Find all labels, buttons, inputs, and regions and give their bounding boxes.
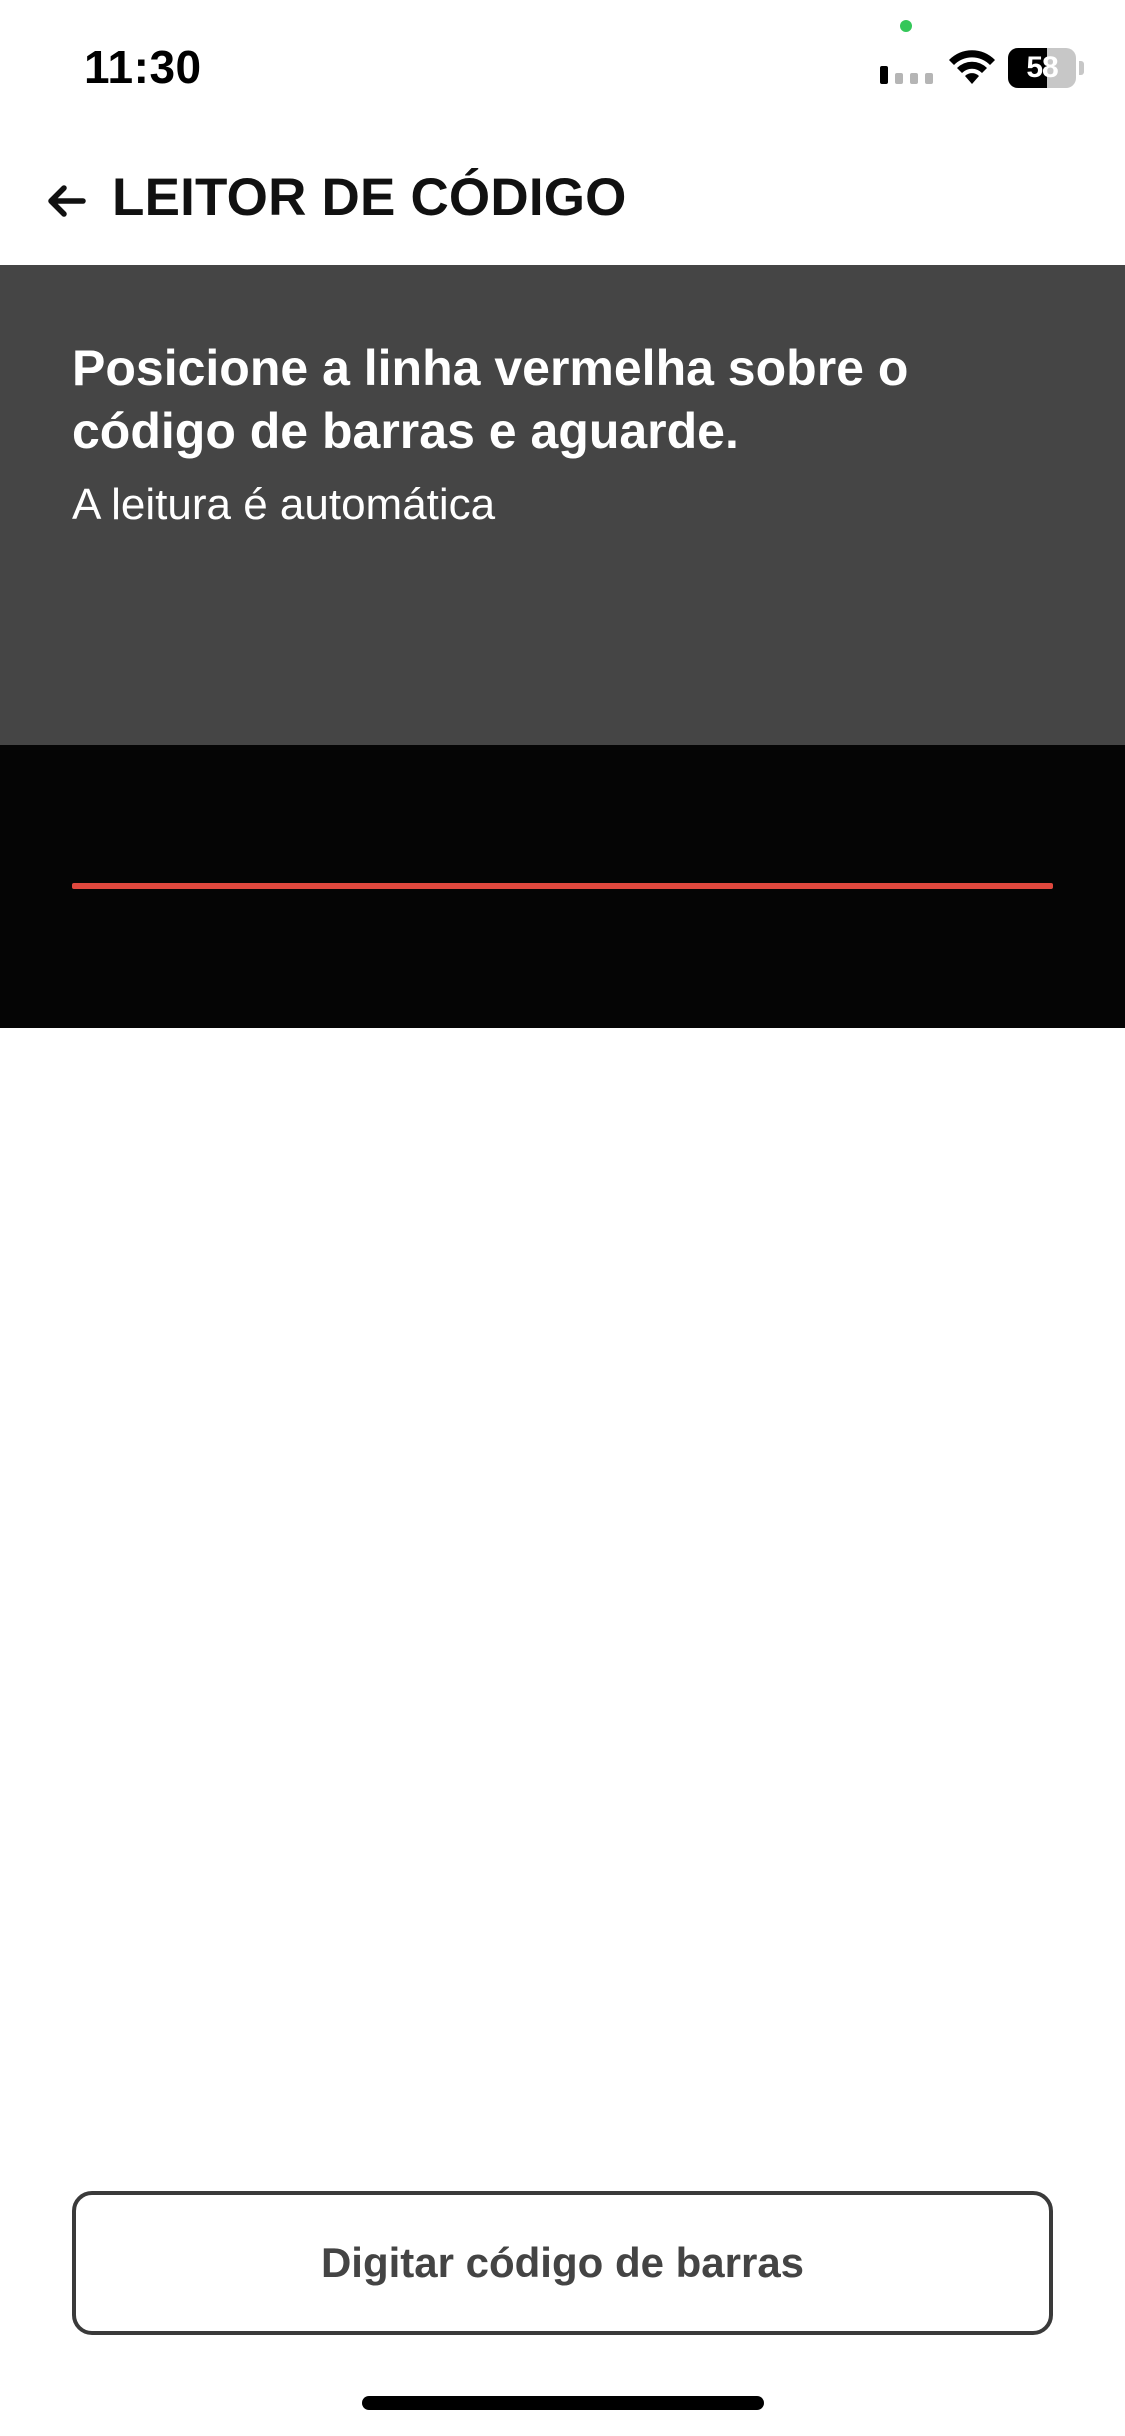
- status-bar: 11:30 58: [0, 0, 1125, 135]
- instruction-subtitle: A leitura é automática: [72, 480, 496, 529]
- wifi-icon: [949, 50, 995, 84]
- mic-indicator-icon: [900, 20, 912, 32]
- instruction-panel: Posicione a linha vermelha sobre o códig…: [0, 265, 1125, 745]
- signal-icon: [880, 66, 933, 84]
- instruction-title: Posicione a linha vermelha sobre o códig…: [72, 340, 909, 459]
- camera-viewfinder[interactable]: [0, 745, 1125, 1028]
- battery-icon: 58: [1008, 48, 1084, 88]
- arrow-left-icon: [48, 185, 86, 217]
- status-time: 11:30: [84, 41, 202, 93]
- scan-line: [72, 883, 1053, 889]
- battery-level: 58: [1026, 51, 1058, 84]
- header: LEITOR DE CÓDIGO: [0, 135, 1125, 265]
- back-button[interactable]: [30, 165, 102, 237]
- page-title: LEITOR DE CÓDIGO: [112, 168, 627, 227]
- manual-entry-button[interactable]: Digitar código de barras: [72, 2191, 1053, 2335]
- home-indicator[interactable]: [362, 2396, 764, 2410]
